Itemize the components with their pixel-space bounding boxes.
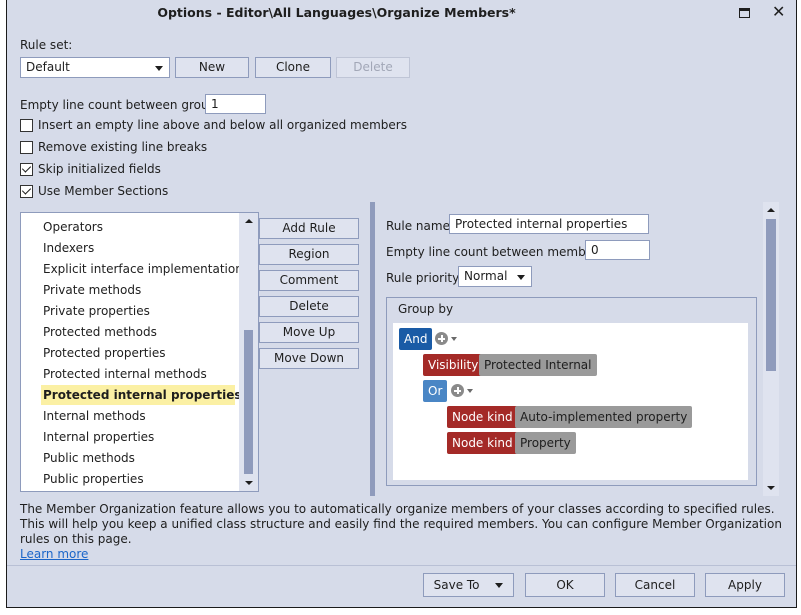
delete-ruleset-button[interactable]: Delete xyxy=(336,57,410,78)
rules-list[interactable]: Operators Indexers Explicit interface impl… xyxy=(20,212,259,492)
save-to-button[interactable]: Save To xyxy=(423,573,514,597)
rule-name-input[interactable]: Protected internal properties xyxy=(449,214,649,234)
description: The Member Organization feature allows y… xyxy=(20,502,790,562)
chevron-down-icon[interactable] xyxy=(467,389,473,393)
learn-more-link[interactable]: Learn more xyxy=(20,547,88,561)
scroll-up-icon[interactable] xyxy=(245,219,253,223)
rules-list-item[interactable]: Protected internal properties xyxy=(41,385,242,405)
or-operator[interactable]: Or xyxy=(423,380,448,402)
and-operator[interactable]: And xyxy=(399,328,433,350)
footer-divider xyxy=(7,565,796,566)
ruleset-selected: Default xyxy=(26,60,70,74)
scroll-down-icon[interactable] xyxy=(245,481,253,485)
delete-rule-button[interactable]: Delete xyxy=(259,296,359,317)
insert-empty-line-checkbox[interactable] xyxy=(20,119,33,132)
group-by-label: Group by xyxy=(398,302,454,316)
maximize-icon[interactable] xyxy=(739,8,750,18)
rules-list-item[interactable]: Operators xyxy=(43,217,103,237)
region-button[interactable]: Region xyxy=(259,244,359,265)
pane-splitter[interactable] xyxy=(370,202,375,496)
ruleset-label: Rule set: xyxy=(20,38,73,52)
insert-empty-line-label: Insert an empty line above and below all… xyxy=(38,118,407,132)
empty-lines-members-input[interactable]: 0 xyxy=(585,240,650,260)
condition-value-visibility[interactable]: Protected Internal xyxy=(479,354,597,376)
condition-key-visibility[interactable]: Visibility xyxy=(423,354,484,376)
group-by-box: Group by And Visibility Protected Intern… xyxy=(386,297,757,486)
scrollbar-thumb[interactable] xyxy=(244,330,253,474)
cancel-button[interactable]: Cancel xyxy=(615,573,695,597)
empty-lines-groups-input[interactable]: 1 xyxy=(205,94,266,114)
save-to-label: Save To xyxy=(433,578,480,592)
rules-list-item[interactable]: Indexers xyxy=(43,238,94,258)
rules-list-item[interactable]: Private methods xyxy=(43,280,141,300)
options-dialog: Options - Editor\All Languages\Organize … xyxy=(6,0,797,608)
rule-priority-dropdown[interactable]: Normal xyxy=(458,266,532,287)
skip-initialized-fields-checkbox[interactable] xyxy=(20,163,33,176)
clone-ruleset-button[interactable]: Clone xyxy=(255,57,331,78)
rule-priority-label: Rule priority: xyxy=(386,271,463,285)
condition-key-node-kind[interactable]: Node kind xyxy=(447,406,518,428)
condition-key-node-kind[interactable]: Node kind xyxy=(447,432,518,454)
rules-list-item[interactable]: Internal methods xyxy=(43,406,146,426)
scrollbar-thumb[interactable] xyxy=(766,219,776,371)
rule-priority-selected: Normal xyxy=(464,269,508,283)
add-condition-icon[interactable] xyxy=(451,384,464,397)
scroll-down-icon[interactable] xyxy=(767,486,775,490)
skip-initialized-fields-label: Skip initialized fields xyxy=(38,162,161,176)
rules-list-item[interactable]: Protected methods xyxy=(43,322,157,342)
scroll-up-icon[interactable] xyxy=(767,208,775,212)
rules-list-item[interactable]: Explicit interface implementations xyxy=(43,259,249,279)
condition-tree: And Visibility Protected Internal Or Nod… xyxy=(393,323,748,480)
empty-lines-groups-label: Empty line count between groups: xyxy=(20,98,227,112)
close-icon[interactable]: ✕ xyxy=(772,2,785,21)
condition-value-node-kind[interactable]: Auto-implemented property xyxy=(515,406,693,428)
use-member-sections-label: Use Member Sections xyxy=(38,184,169,198)
empty-lines-members-label: Empty line count between members: xyxy=(386,245,609,259)
apply-button[interactable]: Apply xyxy=(705,573,785,597)
move-up-button[interactable]: Move Up xyxy=(259,322,359,343)
window-title: Options - Editor\All Languages\Organize … xyxy=(157,5,516,20)
rules-list-item[interactable]: Internal properties xyxy=(43,427,154,447)
description-text: The Member Organization feature allows y… xyxy=(20,502,782,546)
editor-scrollbar[interactable] xyxy=(763,202,779,496)
add-condition-icon[interactable] xyxy=(435,332,448,345)
rules-list-item[interactable]: Protected properties xyxy=(43,343,165,363)
rules-list-item[interactable]: Private properties xyxy=(43,301,150,321)
new-ruleset-button[interactable]: New xyxy=(175,57,249,78)
ruleset-dropdown[interactable]: Default xyxy=(20,57,170,78)
condition-value-node-kind[interactable]: Property xyxy=(515,432,576,454)
comment-button[interactable]: Comment xyxy=(259,270,359,291)
rules-list-item[interactable]: Protected internal methods xyxy=(43,364,207,384)
chevron-down-icon xyxy=(517,275,525,280)
add-rule-button[interactable]: Add Rule xyxy=(259,218,359,239)
remove-line-breaks-checkbox[interactable] xyxy=(20,141,33,154)
rules-list-item[interactable]: Public methods xyxy=(43,448,135,468)
rules-list-scrollbar[interactable] xyxy=(239,213,258,491)
chevron-down-icon xyxy=(155,66,163,71)
rules-list-item[interactable]: Public properties xyxy=(43,469,144,489)
ok-button[interactable]: OK xyxy=(525,573,605,597)
move-down-button[interactable]: Move Down xyxy=(259,348,359,369)
use-member-sections-checkbox[interactable] xyxy=(20,185,33,198)
remove-line-breaks-label: Remove existing line breaks xyxy=(38,140,208,154)
chevron-down-icon xyxy=(495,583,504,588)
chevron-down-icon[interactable] xyxy=(451,337,457,341)
rule-name-label: Rule name: xyxy=(386,219,455,233)
